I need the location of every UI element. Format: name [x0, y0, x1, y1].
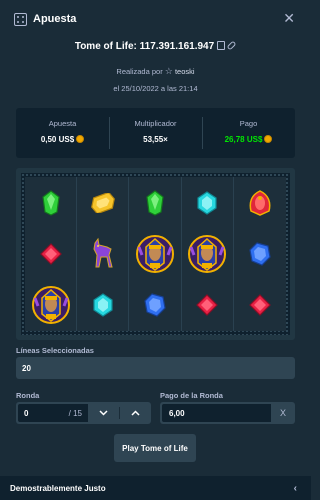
round-value: 0 [24, 408, 29, 418]
round-stepper: 0 / 15 [16, 402, 151, 424]
stat-bet-label: Apuesta [48, 119, 77, 128]
slot-reels [16, 168, 295, 340]
placed-by: Realizada por ☆ teoski [0, 66, 311, 77]
stat-payout-value-row: 26,78 US$ [202, 135, 295, 144]
round-increment-button[interactable] [120, 402, 151, 424]
chevron-down-icon [99, 410, 108, 416]
reel-cell [129, 279, 182, 331]
dice-icon [14, 12, 27, 26]
red-gem-icon [249, 294, 271, 317]
placed-by-prefix: Realizada por [116, 67, 163, 76]
round-payout-input[interactable]: 6,00 [162, 404, 271, 422]
reel-cell [77, 177, 130, 229]
link-icon[interactable] [226, 40, 237, 51]
reel-grid [25, 177, 286, 331]
header: Apuesta ✕ [0, 0, 311, 38]
red-scarab-icon [249, 189, 271, 216]
stat-bet-value: 0,50 US$ [40, 135, 75, 144]
provably-fair-label: Demostrablemente Justo [10, 483, 106, 493]
reel-cell [129, 177, 182, 229]
purple-jackal-icon [93, 237, 113, 268]
round-label: Ronda [16, 391, 40, 400]
reel-cell [234, 177, 286, 228]
star-icon: ☆ [164, 66, 173, 76]
reel-cell [182, 279, 234, 331]
blue-gem-icon [249, 242, 271, 266]
reel-cell [25, 228, 78, 280]
stat-payout: Pago 26,78 US$ [202, 108, 295, 158]
reel-cell [129, 228, 182, 280]
cyan-gem-icon [197, 190, 217, 215]
play-game-button[interactable]: Play Tome of Life [114, 434, 196, 462]
yellow-gem-icon [90, 192, 115, 213]
coin-icon [76, 135, 85, 143]
round-payout-field: 6,00 X [160, 402, 295, 424]
lines-field[interactable]: 20 [16, 357, 295, 379]
red-gem-icon [39, 243, 62, 265]
game-id-row: Tome of Life: 117.391.161.947 [0, 40, 311, 52]
red-gem-icon [196, 294, 219, 317]
reel-cell [182, 177, 234, 229]
pharaoh-wild-icon [31, 286, 70, 325]
stat-bet-value-row: 0,50 US$ [16, 135, 109, 144]
stat-multiplier-label: Multiplicador [134, 119, 177, 128]
reel-cell [25, 177, 78, 229]
round-decrement-button[interactable] [88, 402, 119, 424]
game-id: Tome of Life: 117.391.161.947 [74, 41, 215, 52]
pharaoh-wild-icon [188, 234, 227, 273]
chevron-left-icon: ‹ [293, 482, 297, 494]
bet-date: el 25/10/2022 a las 21:14 [113, 84, 198, 93]
modal-title: Apuesta [33, 13, 77, 25]
round-payout-label: Pago de la Ronda [160, 391, 223, 400]
close-icon[interactable]: ✕ [283, 11, 295, 25]
stat-multiplier-value: 53,55× [143, 135, 168, 144]
stat-payout-label: Pago [239, 119, 258, 128]
coin-icon [264, 135, 273, 143]
lines-value: 20 [22, 363, 31, 373]
reel-cell [234, 280, 286, 331]
blue-gem-icon [144, 293, 166, 318]
round-total: / 15 [68, 408, 82, 418]
green-gem-icon [41, 189, 60, 216]
reel-cell [25, 279, 78, 331]
copy-icon[interactable] [217, 41, 226, 50]
cyan-gem-icon [93, 293, 113, 318]
user-link[interactable]: teoski [175, 67, 195, 76]
multiply-icon: X [279, 408, 286, 418]
reel-cell [77, 279, 130, 331]
stats-panel: Apuesta 0,50 US$ Multiplicador 53,55× Pa… [16, 108, 295, 158]
stat-multiplier: Multiplicador 53,55× [109, 108, 202, 158]
reel-cell [182, 228, 234, 280]
reel-cell [77, 228, 130, 280]
green-gem-icon [146, 189, 164, 216]
chevron-up-icon [131, 410, 140, 416]
pharaoh-wild-icon [135, 234, 174, 273]
stat-payout-value: 26,78 US$ [224, 135, 263, 144]
round-input[interactable]: 0 / 15 [18, 404, 88, 422]
lines-label: Líneas Seleccionadas [16, 346, 94, 355]
reel-cell [234, 228, 286, 279]
stat-bet: Apuesta 0,50 US$ [16, 108, 109, 158]
provably-fair-bar[interactable]: Demostrablemente Justo ‹ [0, 476, 311, 500]
